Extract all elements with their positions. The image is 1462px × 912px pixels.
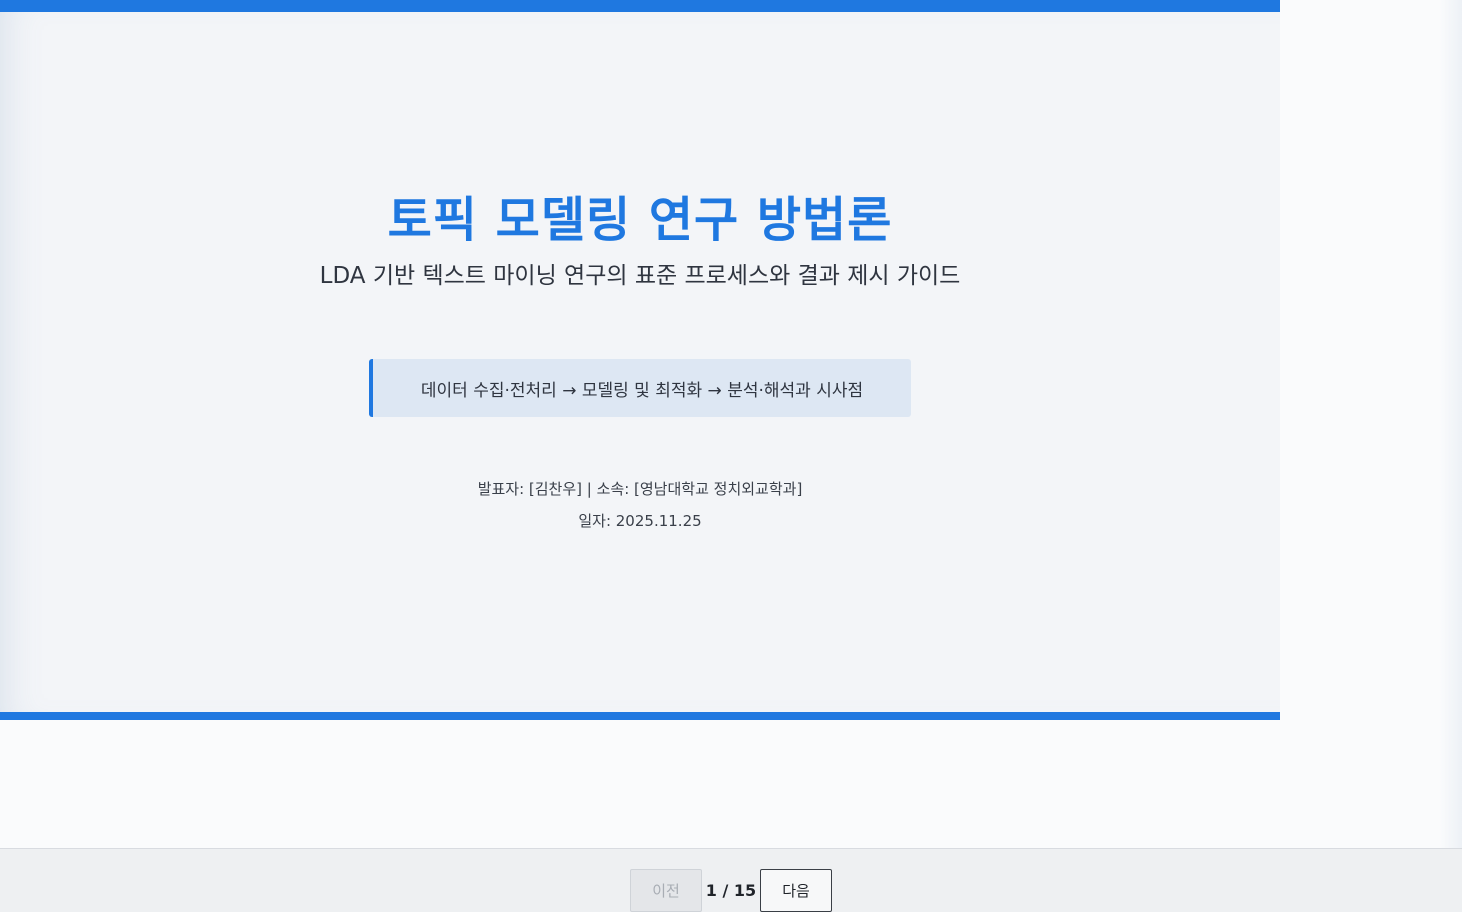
prev-slide-button[interactable]: 이전 [630,869,702,912]
next-slide-button[interactable]: 다음 [760,869,832,912]
presentation-stage: 토픽 모델링 연구 방법론 LDA 기반 텍스트 마이닝 연구의 표준 프로세스… [0,0,1462,848]
process-flow-callout: 데이터 수집·전처리 → 모델링 및 최적화 → 분석·해석과 시사점 [369,359,911,417]
slide-navigation-bar: 이전 1 / 15 다음 [0,848,1462,912]
presenter-info: 발표자: [김찬우] | 소속: [영남대학교 정치외교학과] [477,480,803,498]
side-shade [1440,0,1462,848]
slide-counter: 1 / 15 [705,881,757,900]
slide-1: 토픽 모델링 연구 방법론 LDA 기반 텍스트 마이닝 연구의 표준 프로세스… [0,0,1280,720]
process-flow-text: 데이터 수집·전처리 → 모델링 및 최적화 → 분석·해석과 시사점 [420,380,864,401]
slide-title: 토픽 모델링 연구 방법론 [387,192,893,248]
presentation-date: 일자: 2025.11.25 [578,512,702,530]
slide-subtitle: LDA 기반 텍스트 마이닝 연구의 표준 프로세스와 결과 제시 가이드 [319,263,961,289]
